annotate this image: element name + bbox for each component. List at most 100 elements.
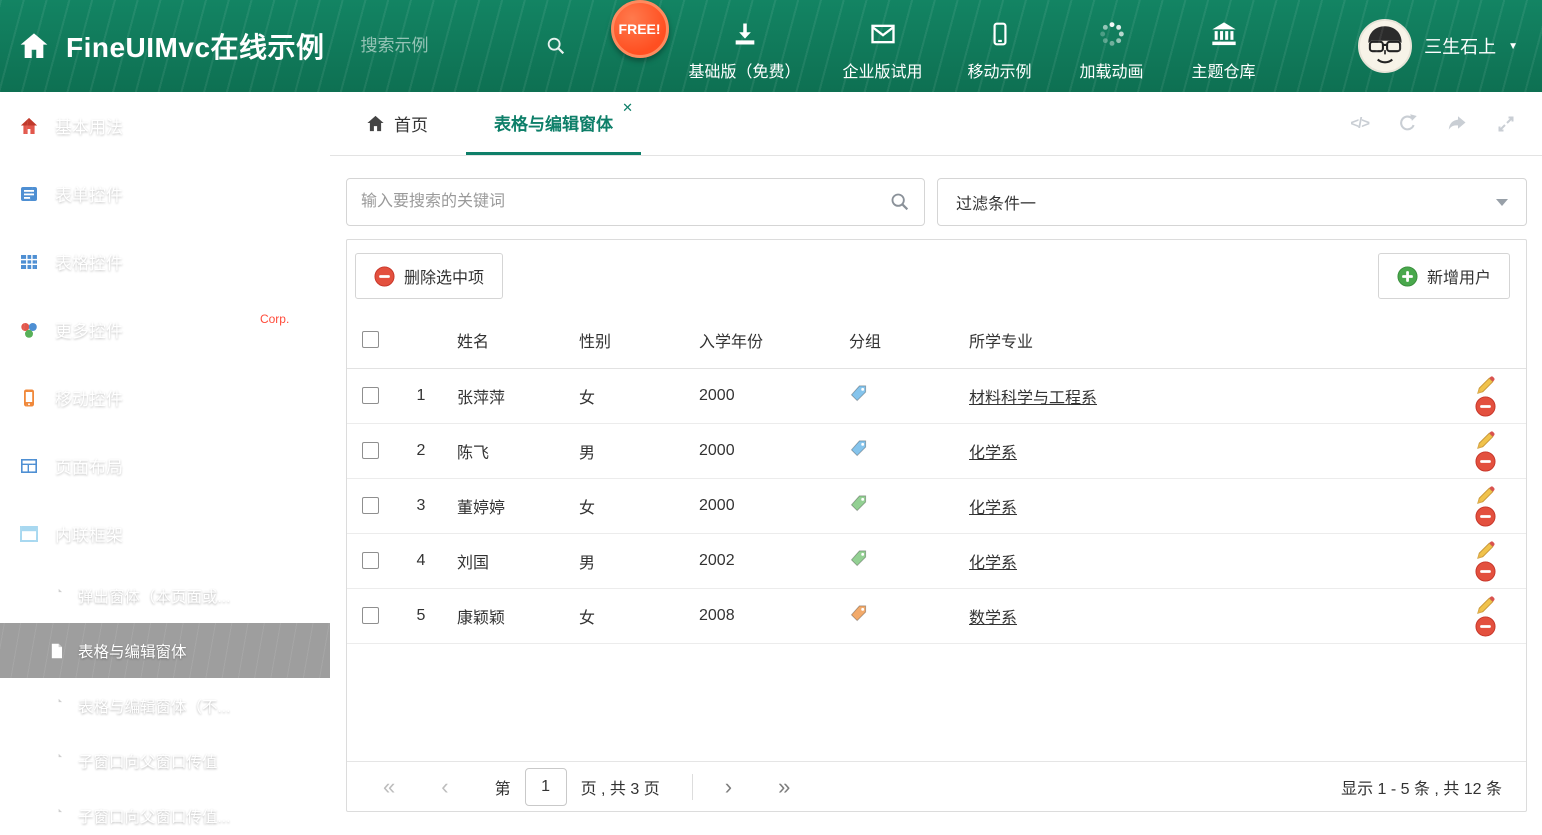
nav-item-loading-animation[interactable]: 加载动画 bbox=[1077, 10, 1147, 82]
sidebar: 基本用法 ▶ 表单控件 ▶ 表格控件 ▶ 更多控件 Corp. ▶ 移动控件 ▶ bbox=[0, 92, 330, 835]
row-number: 3 bbox=[393, 478, 449, 534]
major-link[interactable]: 化学系 bbox=[969, 500, 1017, 517]
edit-pencil-icon[interactable] bbox=[1475, 485, 1496, 506]
expand-icon[interactable] bbox=[1496, 114, 1516, 134]
row-number: 2 bbox=[393, 423, 449, 479]
sidebar-subitem-popup-window[interactable]: 弹出窗体（本页面或... bbox=[0, 568, 330, 623]
sidebar-item-mobile[interactable]: 移动控件 ▶ bbox=[0, 364, 330, 432]
refresh-icon[interactable] bbox=[1397, 113, 1418, 134]
spinner-icon bbox=[1098, 20, 1126, 53]
sidebar-item-label: 表单控件 bbox=[55, 186, 123, 205]
delete-row-icon[interactable] bbox=[1475, 505, 1496, 527]
tab-bar: 首页 表格与编辑窗体 ✕ </> bbox=[330, 92, 1542, 156]
page-number-input[interactable]: 1 bbox=[524, 767, 567, 806]
edit-pencil-icon[interactable] bbox=[1475, 430, 1496, 451]
edit-pencil-icon[interactable] bbox=[1475, 540, 1496, 561]
nav-label: 移动示例 bbox=[967, 64, 1032, 81]
sidebar-item-label: 基本用法 bbox=[55, 118, 123, 137]
sidebar-subitem-label: 弹出窗体（本页面或... bbox=[78, 588, 231, 606]
cell-name: 陈飞 bbox=[449, 423, 571, 479]
sidebar-subitem-label: 表格与编辑窗体 bbox=[78, 643, 187, 661]
major-link[interactable]: 材料科学与工程系 bbox=[969, 390, 1097, 407]
search-icon[interactable] bbox=[889, 191, 911, 218]
table-icon bbox=[18, 251, 40, 273]
cell-gender: 男 bbox=[571, 423, 691, 479]
delete-row-icon[interactable] bbox=[1475, 615, 1496, 637]
row-number: 4 bbox=[393, 533, 449, 589]
sidebar-subitem-child-to-parent[interactable]: 子窗口向父窗口传值 bbox=[0, 733, 330, 788]
source-code-icon[interactable]: </> bbox=[1350, 115, 1370, 132]
filter-dropdown[interactable]: 过滤条件一 bbox=[937, 178, 1527, 226]
row-checkbox[interactable] bbox=[361, 551, 379, 569]
widgets-icon bbox=[18, 319, 40, 341]
last-page-button[interactable]: » bbox=[778, 775, 790, 798]
select-all-checkbox[interactable] bbox=[361, 331, 379, 349]
open-in-new-icon[interactable] bbox=[1446, 114, 1468, 134]
delete-row-icon[interactable] bbox=[1475, 560, 1496, 582]
envelope-icon bbox=[868, 20, 898, 53]
nav-item-enterprise-trial[interactable]: 企业版试用 bbox=[843, 10, 923, 82]
delete-row-icon[interactable] bbox=[1475, 395, 1496, 417]
grid-empty-space bbox=[347, 644, 1526, 762]
tab-grid-edit-window[interactable]: 表格与编辑窗体 ✕ bbox=[466, 92, 641, 155]
major-link[interactable]: 数学系 bbox=[969, 610, 1017, 627]
cell-gender: 男 bbox=[571, 533, 691, 589]
search-icon[interactable] bbox=[545, 35, 567, 62]
main-area: 首页 表格与编辑窗体 ✕ </> 输入要搜索的关键词 过滤条件一 删除选中项 新… bbox=[330, 92, 1542, 835]
layout-icon bbox=[18, 455, 40, 477]
mobile-controls-icon bbox=[18, 387, 40, 409]
nav-label: 加载动画 bbox=[1079, 64, 1144, 81]
sidebar-item-label: 内联框架 bbox=[55, 526, 123, 545]
home-tab-icon bbox=[366, 114, 385, 133]
file-icon bbox=[48, 807, 66, 825]
nav-label: 基础版（免费） bbox=[688, 64, 801, 81]
row-number: 5 bbox=[393, 588, 449, 644]
house-icon bbox=[18, 115, 40, 137]
file-icon bbox=[48, 587, 66, 605]
caret-down-icon bbox=[1496, 198, 1508, 206]
close-icon[interactable]: ✕ bbox=[622, 100, 633, 116]
delete-selected-button[interactable]: 删除选中项 bbox=[355, 253, 504, 299]
row-checkbox[interactable] bbox=[361, 496, 379, 514]
page-indicator: 第 1 页 , 共 3 页 bbox=[495, 767, 660, 806]
sidebar-item-grid[interactable]: 表格控件 ▶ bbox=[0, 228, 330, 296]
keyword-search-input[interactable] bbox=[346, 178, 925, 226]
edit-pencil-icon[interactable] bbox=[1475, 375, 1496, 396]
sidebar-item-layout[interactable]: 页面布局 ▶ bbox=[0, 432, 330, 500]
tab-home[interactable]: 首页 bbox=[344, 92, 450, 155]
column-header-index bbox=[393, 312, 449, 369]
file-icon bbox=[48, 642, 66, 660]
file-icon bbox=[48, 752, 66, 770]
nav-item-basic-free[interactable]: 基础版（免费） bbox=[689, 10, 801, 82]
nav-item-mobile-demo[interactable]: 移动示例 bbox=[965, 10, 1035, 82]
row-checkbox[interactable] bbox=[361, 441, 379, 459]
home-icon[interactable] bbox=[18, 30, 50, 62]
nav-label: 主题仓库 bbox=[1191, 64, 1256, 81]
sidebar-item-form[interactable]: 表单控件 ▶ bbox=[0, 160, 330, 228]
sidebar-submenu: 弹出窗体（本页面或... 表格与编辑窗体 表格与编辑窗体（不... 子窗口向父窗… bbox=[0, 568, 330, 835]
delete-row-icon[interactable] bbox=[1475, 450, 1496, 472]
sidebar-subitem-grid-edit-window[interactable]: 表格与编辑窗体 bbox=[0, 623, 330, 678]
first-page-button[interactable]: « bbox=[383, 775, 395, 798]
nav-label: 企业版试用 bbox=[842, 64, 923, 81]
cell-name: 康颖颖 bbox=[449, 588, 571, 644]
row-checkbox[interactable] bbox=[361, 606, 379, 624]
sidebar-item-basic[interactable]: 基本用法 ▶ bbox=[0, 92, 330, 160]
sidebar-item-iframe[interactable]: 内联框架 ▼ bbox=[0, 500, 330, 568]
major-link[interactable]: 化学系 bbox=[969, 555, 1017, 572]
header-search-input[interactable] bbox=[360, 26, 569, 66]
major-link[interactable]: 化学系 bbox=[969, 445, 1017, 462]
sidebar-item-label: 页面布局 bbox=[55, 458, 123, 477]
edit-pencil-icon[interactable] bbox=[1475, 595, 1496, 616]
nav-item-theme-repo[interactable]: 主题仓库 bbox=[1189, 10, 1259, 82]
add-user-button[interactable]: 新增用户 bbox=[1377, 253, 1510, 299]
next-page-button[interactable]: › bbox=[725, 775, 732, 798]
page-content: 过滤条件一 删除选中项 新增用户 bbox=[330, 156, 1542, 835]
row-checkbox[interactable] bbox=[361, 386, 379, 404]
prev-page-button[interactable]: ‹ bbox=[441, 775, 448, 798]
sidebar-subitem-grid-edit-window-2[interactable]: 表格与编辑窗体（不... bbox=[0, 678, 330, 733]
sidebar-item-more[interactable]: 更多控件 Corp. ▶ bbox=[0, 296, 330, 364]
user-menu[interactable]: 三生石上 ▼ bbox=[1358, 19, 1524, 73]
sidebar-subitem-child-to-parent-2[interactable]: 子窗口向父窗口传值... bbox=[0, 788, 330, 835]
header-nav: FREE! 基础版（免费） 企业版试用 移动示例 加载动画 主题仓库 bbox=[610, 0, 1259, 82]
